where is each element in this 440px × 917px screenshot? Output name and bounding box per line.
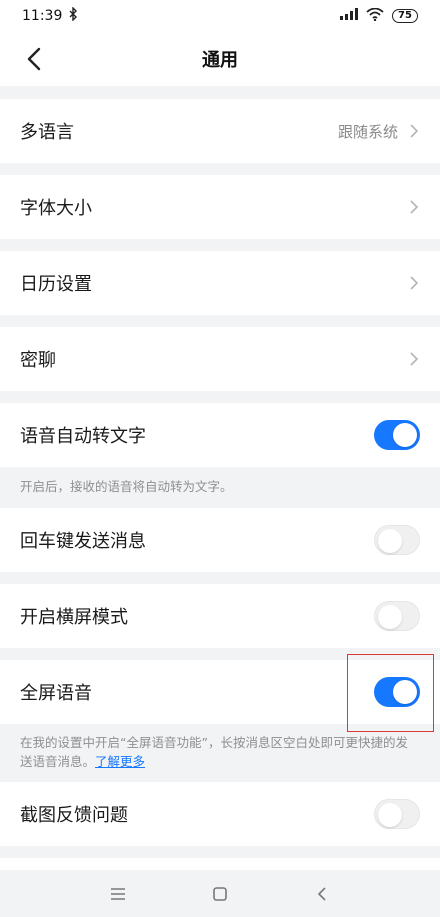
battery-level: 75: [398, 10, 412, 21]
highlight-box: [347, 654, 434, 732]
signal-icon: [340, 8, 358, 24]
voice-to-text-toggle[interactable]: [374, 420, 420, 450]
status-right: 75: [340, 7, 418, 25]
menu-icon[interactable]: [107, 883, 129, 905]
row-calendar-label: 日历设置: [20, 274, 92, 295]
system-navigation-bar: [0, 870, 440, 917]
row-secret-chat-label: 密聊: [20, 350, 56, 371]
row-language-label: 多语言: [20, 122, 74, 143]
row-secret-chat[interactable]: 密聊: [0, 327, 440, 391]
battery-icon: 75: [392, 9, 418, 23]
row-language-right: 跟随系统: [338, 121, 420, 142]
toggle-knob: [378, 529, 402, 553]
row-screenshot-feedback-label: 截图反馈问题: [20, 805, 128, 826]
fullscreen-voice-hint: 在我的设置中开启“全屏语音功能”，长按消息区空白处即可更快捷的发送语音消息。了解…: [0, 733, 440, 771]
toggle-knob: [393, 423, 417, 447]
back-icon[interactable]: [20, 45, 48, 73]
row-screenshot-feedback: 截图反馈问题: [0, 782, 440, 846]
toggle-knob: [378, 803, 402, 827]
chevron-right-icon: [410, 200, 419, 214]
row-font-size[interactable]: 字体大小: [0, 175, 440, 239]
chevron-right-icon: [410, 124, 419, 138]
learn-more-link[interactable]: 了解更多: [95, 754, 145, 769]
back-nav-icon[interactable]: [311, 883, 333, 905]
row-landscape: 开启横屏模式: [0, 584, 440, 648]
chevron-right-icon: [410, 276, 419, 290]
row-font-size-label: 字体大小: [20, 198, 92, 219]
wifi-icon: [366, 7, 384, 25]
status-bar: 11:39 75: [0, 0, 440, 32]
screenshot-feedback-toggle[interactable]: [374, 799, 420, 829]
row-fullscreen-voice-label: 全屏语音: [20, 683, 92, 704]
status-left: 11:39: [22, 6, 78, 25]
fullscreen-voice-hint-text: 在我的设置中开启“全屏语音功能”，长按消息区空白处即可更快捷的发送语音消息。: [20, 735, 408, 769]
row-landscape-label: 开启横屏模式: [20, 607, 128, 628]
row-calendar[interactable]: 日历设置: [0, 251, 440, 315]
row-voice-to-text-label: 语音自动转文字: [20, 426, 146, 447]
row-enter-send-label: 回车键发送消息: [20, 531, 146, 552]
bluetooth-icon: [68, 6, 78, 25]
status-time: 11:39: [22, 8, 63, 24]
chevron-right-icon: [410, 352, 419, 366]
navigation-bar: 通用: [0, 32, 440, 86]
toggle-knob: [378, 605, 402, 629]
voice-to-text-hint: 开启后，接收的语音将自动转为文字。: [20, 479, 233, 494]
row-partial: [0, 858, 440, 870]
row-language-value: 跟随系统: [337, 122, 398, 141]
home-icon[interactable]: [209, 883, 231, 905]
landscape-toggle[interactable]: [374, 601, 420, 631]
enter-send-toggle[interactable]: [374, 525, 420, 555]
page-title: 通用: [202, 50, 238, 71]
row-language[interactable]: 多语言 跟随系统: [0, 99, 440, 163]
row-enter-send: 回车键发送消息: [0, 508, 440, 572]
row-voice-to-text: 语音自动转文字: [0, 403, 440, 467]
